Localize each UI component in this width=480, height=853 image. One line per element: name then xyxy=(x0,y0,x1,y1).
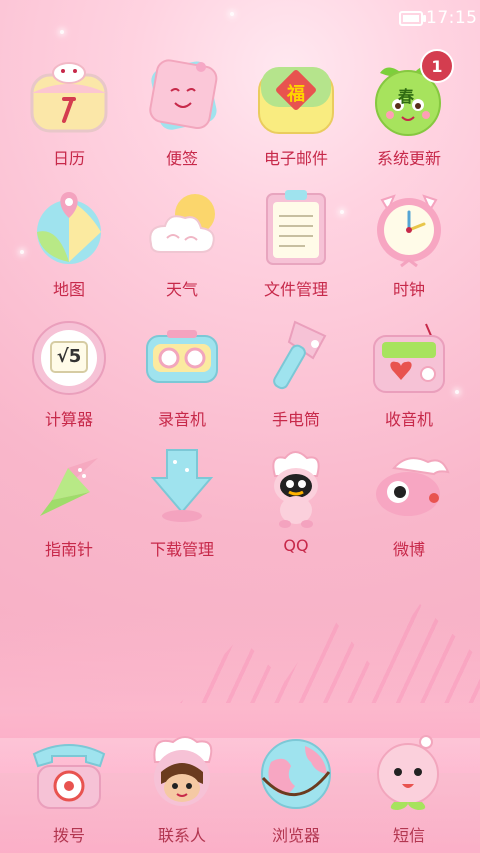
app-label: 指南针 xyxy=(44,540,93,559)
app-label: 日历 xyxy=(52,149,85,168)
app-file-manager[interactable]: 文件管理 xyxy=(241,186,351,300)
app-system-update[interactable]: 春 1 系统更新 xyxy=(354,49,464,169)
app-label: 下载管理 xyxy=(149,540,214,559)
notification-badge: 1 xyxy=(420,49,454,83)
app-label: 地图 xyxy=(52,280,85,299)
app-weather[interactable]: 天气 xyxy=(127,186,237,300)
app-compass[interactable]: 指南针 xyxy=(14,446,124,560)
dock-app-phone[interactable]: 拨号 xyxy=(14,732,124,846)
system-update-icon: 春 1 xyxy=(368,49,454,137)
weibo-icon xyxy=(368,446,450,528)
fortune-glyph: 福 xyxy=(287,84,305,105)
calculator-glyph: √5 xyxy=(56,346,82,367)
phone-icon xyxy=(28,732,110,814)
app-label: 便签 xyxy=(165,149,198,168)
app-notes[interactable]: 便签 xyxy=(127,55,237,169)
app-recorder[interactable]: 录音机 xyxy=(127,316,237,430)
dock-app-messages[interactable]: 短信 xyxy=(354,732,464,846)
app-flashlight[interactable]: 手电筒 xyxy=(241,316,351,430)
app-clock[interactable]: 时钟 xyxy=(354,186,464,300)
status-time: 17:15 xyxy=(426,8,478,28)
app-label: 时钟 xyxy=(392,280,425,299)
app-qq[interactable]: QQ xyxy=(241,446,351,555)
calculator-icon: √5 xyxy=(28,316,110,398)
app-calculator[interactable]: √5 计算器 xyxy=(14,316,124,430)
app-weibo[interactable]: 微博 xyxy=(354,446,464,560)
app-label: 文件管理 xyxy=(263,280,328,299)
download-manager-icon xyxy=(141,446,223,528)
dock-app-browser[interactable]: 浏览器 xyxy=(241,732,351,846)
messages-icon xyxy=(368,732,450,814)
app-label: 录音机 xyxy=(157,410,206,429)
map-icon xyxy=(28,186,110,268)
calendar-icon xyxy=(28,55,110,137)
dock: 拨号 联系人 浏览器 短信 xyxy=(0,735,480,853)
battery-full-icon xyxy=(399,11,426,26)
app-label: 电子邮件 xyxy=(263,149,328,168)
app-label: 拨号 xyxy=(52,826,85,845)
compass-icon xyxy=(28,446,110,528)
app-label: 短信 xyxy=(392,826,425,845)
status-bar: 17:15 xyxy=(0,0,480,36)
dock-app-contacts[interactable]: 联系人 xyxy=(127,732,237,846)
app-label: 联系人 xyxy=(157,826,206,845)
spring-glyph: 春 xyxy=(398,87,415,106)
file-manager-icon xyxy=(255,186,337,268)
browser-icon xyxy=(255,732,337,814)
clock-icon xyxy=(368,186,450,268)
contacts-icon xyxy=(141,732,223,814)
weather-icon xyxy=(141,186,223,268)
notes-icon xyxy=(141,55,223,137)
app-label: QQ xyxy=(283,536,309,555)
app-label: 微博 xyxy=(392,540,425,559)
app-email[interactable]: 福 电子邮件 xyxy=(241,55,351,169)
app-label: 天气 xyxy=(165,280,198,299)
recorder-icon xyxy=(141,316,223,398)
app-label: 手电筒 xyxy=(271,410,320,429)
radio-icon xyxy=(368,316,450,398)
app-label: 收音机 xyxy=(384,410,433,429)
app-label: 浏览器 xyxy=(271,826,320,845)
qq-icon xyxy=(255,446,337,528)
app-calendar[interactable]: 日历 xyxy=(14,55,124,169)
app-label: 系统更新 xyxy=(376,149,441,168)
app-download-manager[interactable]: 下载管理 xyxy=(127,446,237,560)
app-label: 计算器 xyxy=(44,410,93,429)
flashlight-icon xyxy=(255,316,337,398)
email-icon: 福 xyxy=(255,55,337,137)
app-map[interactable]: 地图 xyxy=(14,186,124,300)
app-radio[interactable]: 收音机 xyxy=(354,316,464,430)
